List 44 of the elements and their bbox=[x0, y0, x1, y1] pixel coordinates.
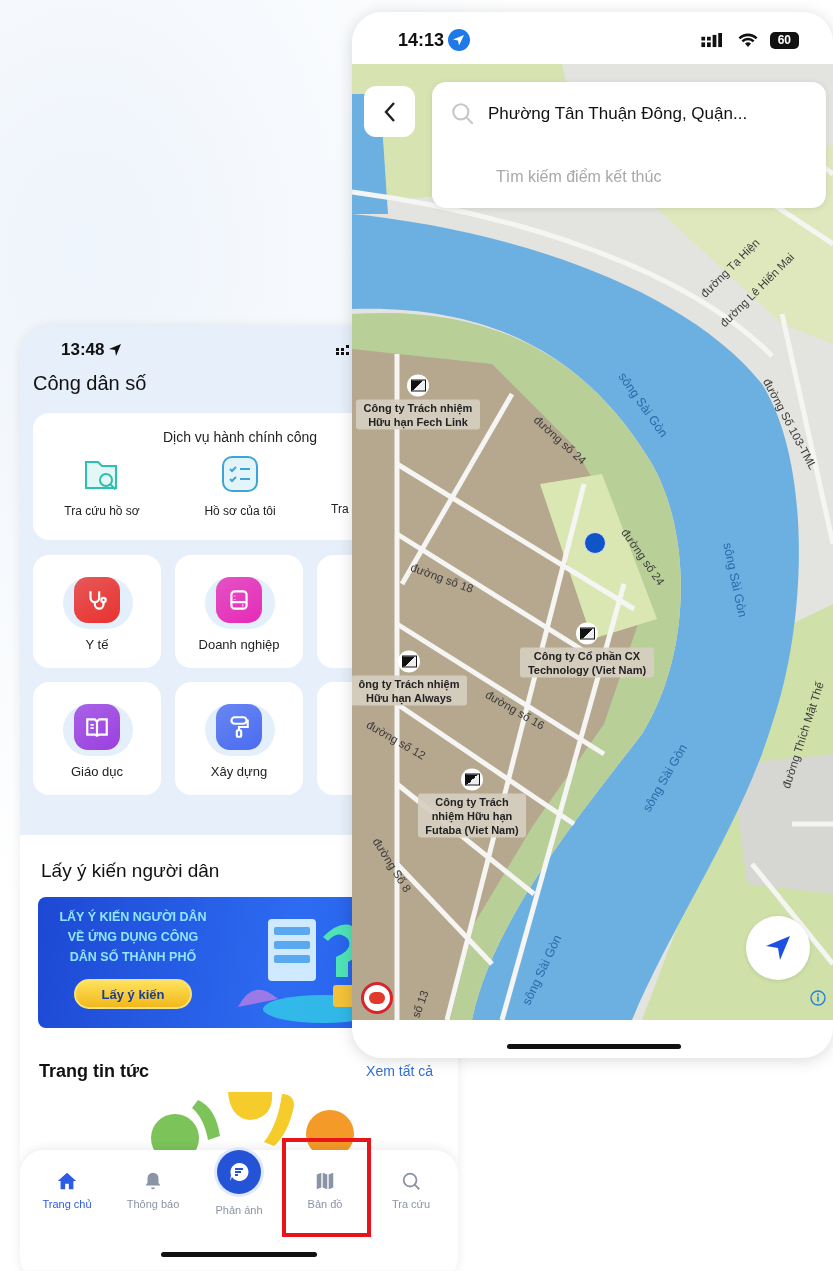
place-label: Công ty Trách nhiệm Hữu hạn Fech Link bbox=[356, 399, 480, 430]
back-button[interactable] bbox=[364, 86, 415, 137]
destination-field[interactable]: Tìm kiếm điểm kết thúc bbox=[496, 167, 796, 186]
service-label[interactable]: Hồ sơ của tôi bbox=[204, 504, 276, 518]
category-card[interactable]: Y tế bbox=[33, 555, 161, 668]
search-icon bbox=[450, 100, 476, 127]
category-label: Doanh nghiệp bbox=[198, 637, 280, 652]
category-card[interactable]: Giáo dục bbox=[33, 682, 161, 795]
category-card[interactable]: Xây dựng bbox=[175, 682, 303, 795]
signal-icon bbox=[336, 344, 352, 356]
map-icon bbox=[314, 1170, 336, 1192]
battery-indicator: 60 bbox=[769, 31, 799, 49]
river-label: sông Sài Gòn bbox=[519, 932, 565, 1008]
location-arrow-icon bbox=[108, 343, 123, 357]
section-heading: Dịch vụ hành chính công bbox=[161, 428, 319, 446]
category-card[interactable]: Doanh nghiệp bbox=[175, 555, 303, 668]
status-time: 14:13 bbox=[398, 29, 445, 51]
category-label: Y tế bbox=[85, 637, 109, 652]
chat-icon bbox=[227, 1160, 251, 1184]
page-title: Công dân số bbox=[33, 371, 148, 396]
checklist-icon[interactable] bbox=[220, 454, 260, 494]
feedback-button[interactable]: Lấy ý kiến bbox=[74, 979, 192, 1009]
tab-button[interactable]: Trang chủ bbox=[38, 1150, 96, 1222]
section-heading: Trang tin tức bbox=[39, 1060, 150, 1083]
see-all-link[interactable]: Xem tất cả bbox=[366, 1063, 433, 1079]
status-time: 13:48 bbox=[61, 340, 105, 360]
street-label: đường Thích Mật Thế bbox=[779, 679, 827, 791]
place-label: ông ty Trách nhiệm Hữu hạn Always bbox=[352, 675, 467, 706]
place-label: Công ty Trách nhiệm Hữu hạn Futaba (Viet Nam) bbox=[418, 793, 526, 838]
category-label: Xây dựng bbox=[210, 764, 268, 779]
service-label[interactable]: Tra cứu hồ sơ bbox=[64, 504, 140, 518]
info-icon[interactable] bbox=[810, 990, 826, 1006]
place-label: Công ty Cổ phần CX Technology (Viet Nam) bbox=[520, 647, 654, 678]
wifi-icon bbox=[737, 32, 758, 48]
survey-banner[interactable]: LẤY Ý KIẾN NGƯỜI DÂN VỀ ỨNG DỤNG CÔNG DÂN SỐ THÀNH PHỐ Lấy ý kiến bbox=[38, 897, 352, 1028]
home-icon bbox=[56, 1170, 78, 1192]
search-icon bbox=[400, 1170, 422, 1192]
banner-headline: LẤY Ý KIẾN NGƯỜI DÂN VỀ ỨNG DỤNG CÔNG DÂN SỐ THÀNH PHỐ bbox=[59, 908, 207, 966]
section-heading: Lấy ý kiến người dân bbox=[40, 859, 221, 883]
street-label: số 13 bbox=[408, 988, 432, 1020]
river-label: sông Sài Gòn bbox=[720, 541, 750, 619]
start-location-field[interactable]: Phường Tân Thuận Đông, Quận... bbox=[488, 103, 788, 124]
category-label: Giáo dục bbox=[70, 764, 123, 779]
service-label[interactable]: Tra bbox=[331, 502, 349, 516]
